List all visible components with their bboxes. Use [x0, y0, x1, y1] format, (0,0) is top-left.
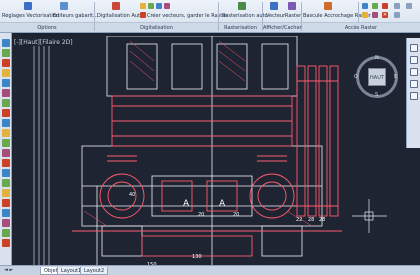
digitalisation-auto-button[interactable]: Digitalisation Auto: [97, 13, 143, 19]
layout-tabs-bar: ◄ ► Objet Layout1 Layout2: [0, 265, 420, 275]
raster-button[interactable]: Raster: [285, 13, 301, 19]
zoom-icon[interactable]: [362, 3, 368, 9]
panel-digitalisation-label: Digitalisation: [95, 22, 218, 32]
fillet-tool-icon[interactable]: [2, 219, 10, 227]
text-tool-icon[interactable]: [2, 119, 10, 127]
compass-north[interactable]: N: [375, 55, 379, 61]
dimension-20a: 20: [198, 212, 204, 218]
move-tool-icon[interactable]: [2, 139, 10, 147]
dimension-28a: 28: [308, 217, 314, 223]
contrast-icon[interactable]: [362, 12, 368, 18]
tab-layout2[interactable]: Layout2: [80, 267, 109, 275]
snap-icon[interactable]: [148, 3, 154, 9]
template-editor-icon[interactable]: [60, 2, 68, 10]
panel-acces-raster-label: Accès Raster: [302, 22, 420, 32]
bascule-accrochage-raster-button[interactable]: Bascule Accrochage Raster: [303, 13, 371, 19]
minimize-icon[interactable]: [406, 3, 412, 9]
close-icon[interactable]: ✕: [382, 12, 388, 18]
panel-rasterisation-label: Rasterisation auto: [219, 22, 262, 41]
editeurs-gabarit-button[interactable]: Editeurs gabarit...: [53, 13, 98, 19]
rotate-tool-icon[interactable]: [2, 159, 10, 167]
auto-digitize-icon[interactable]: [112, 2, 120, 10]
array-tool-icon[interactable]: [2, 229, 10, 237]
panel-options-label: Options: [0, 22, 94, 32]
dimension-20b: 20: [233, 212, 239, 218]
trace-icon[interactable]: [140, 3, 146, 9]
circle-tool-icon[interactable]: [2, 69, 10, 77]
rasterize-icon[interactable]: [238, 2, 246, 10]
panel-afficher-label: Afficher/Cacher: [263, 22, 302, 32]
offset-tool-icon[interactable]: [2, 199, 10, 207]
dimension-22: 22: [296, 217, 302, 223]
raster-icon[interactable]: [288, 2, 296, 10]
viewcube-face[interactable]: HAUT: [368, 68, 386, 86]
vector-icon[interactable]: [270, 2, 278, 10]
dimension-28b: 28: [319, 217, 325, 223]
hatch-tool-icon[interactable]: [2, 109, 10, 117]
polyline-tool-icon[interactable]: [2, 59, 10, 67]
checkbox-icon[interactable]: [140, 12, 146, 18]
showmotion-icon[interactable]: [410, 92, 418, 100]
mirror-tool-icon[interactable]: [2, 209, 10, 217]
vecteur-button[interactable]: Vecteur: [266, 13, 285, 19]
section-label-a-left: A: [183, 199, 190, 209]
compass-south[interactable]: S: [375, 92, 378, 98]
rasterisation-auto-button[interactable]: Rasterisation auto: [222, 13, 268, 19]
raster-snap-icon[interactable]: [324, 2, 332, 10]
arc-icon[interactable]: [164, 3, 170, 9]
trim-tool-icon[interactable]: [2, 179, 10, 187]
section-label-a-right: A: [219, 199, 226, 209]
erase-icon[interactable]: [382, 3, 388, 9]
viewcube[interactable]: HAUT N S E O: [354, 55, 398, 98]
scale-tool-icon[interactable]: [2, 169, 10, 177]
cad-application-window: Réglages Vectorisation Editeurs gabarit.…: [0, 0, 420, 275]
full-navigation-wheel-icon[interactable]: [410, 44, 418, 52]
vectorize-settings-icon[interactable]: [24, 2, 32, 10]
pan-icon[interactable]: [372, 3, 378, 9]
compass-west[interactable]: O: [354, 74, 358, 80]
dimension-130: 130: [192, 254, 202, 260]
ribbon: Réglages Vectorisation Editeurs gabarit.…: [0, 0, 420, 41]
compass-east[interactable]: E: [394, 74, 397, 80]
explode-tool-icon[interactable]: [2, 239, 10, 247]
tab-navigation-arrows[interactable]: ◄ ►: [4, 267, 13, 273]
viewport-label[interactable]: [-][Haut][Filaire 2D]: [14, 39, 73, 46]
line-tool-icon[interactable]: [2, 49, 10, 57]
help-icon[interactable]: [394, 12, 400, 18]
orbit-icon[interactable]: [410, 80, 418, 88]
pan-icon[interactable]: [410, 56, 418, 64]
rectangle-tool-icon[interactable]: [2, 89, 10, 97]
zoom-extents-icon[interactable]: [410, 68, 418, 76]
extend-tool-icon[interactable]: [2, 189, 10, 197]
copy-tool-icon[interactable]: [2, 149, 10, 157]
dimension-tool-icon[interactable]: [2, 129, 10, 137]
reglages-vectorisation-button[interactable]: Réglages Vectorisation: [2, 13, 59, 19]
navigation-bar: [406, 38, 420, 148]
select-tool-icon[interactable]: [2, 39, 10, 47]
arc-tool-icon[interactable]: [2, 79, 10, 87]
settings-icon[interactable]: [394, 3, 400, 9]
polygon-tool-icon[interactable]: [2, 99, 10, 107]
creer-vecteurs-checkbox[interactable]: Créer vecteurs, garder le Raster: [147, 13, 227, 19]
dimension-40: 40: [129, 192, 135, 198]
crop-icon[interactable]: [372, 12, 378, 18]
left-toolbar: [0, 33, 12, 265]
line-icon[interactable]: [156, 3, 162, 9]
